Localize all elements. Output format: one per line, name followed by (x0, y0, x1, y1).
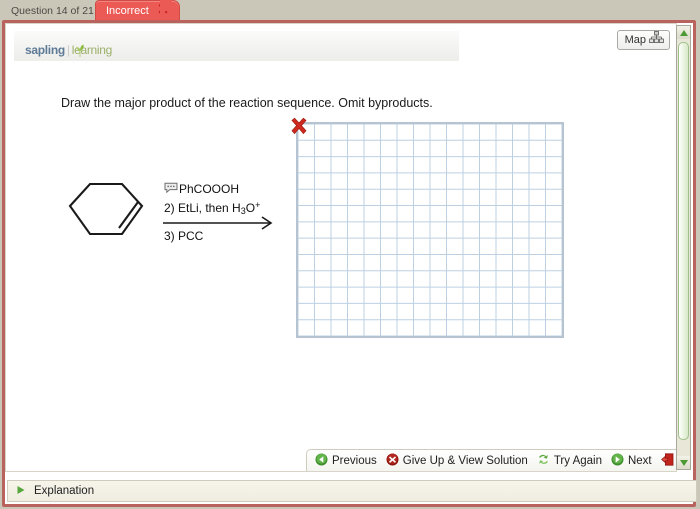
next-button[interactable]: Next (611, 453, 652, 469)
tab-slant-decoration (160, 0, 174, 22)
tab-strip: Question 14 of 21 Incorrect (0, 0, 700, 22)
branding-band: sapling | learning (14, 31, 459, 61)
map-button[interactable]: Map (616, 30, 670, 50)
page-title: Draw the major product of the reaction s… (61, 96, 433, 110)
try-again-button-label: Try Again (553, 454, 602, 467)
reaction-step-3-label: 3) PCC (164, 229, 204, 243)
reaction-conditions-above: PhCOOOH 2) EtLi, then H3O+ (164, 182, 260, 219)
give-up-button[interactable]: Give Up & View Solution (386, 453, 528, 469)
next-button-label: Next (627, 454, 652, 467)
scrollbar-thumb[interactable] (678, 42, 689, 440)
green-right-arrow-circle-icon (611, 453, 624, 469)
sapling-learning-logo: sapling | learning (25, 43, 112, 57)
tab-question-number-label: Question 14 of 21 (11, 5, 94, 17)
green-leaf-icon (73, 44, 87, 58)
question-content-area: sapling | learning Map Draw the major pr… (5, 23, 677, 472)
try-again-button[interactable]: Try Again (537, 453, 602, 469)
green-play-triangle-icon (16, 485, 26, 498)
previous-button[interactable]: Previous (315, 453, 377, 469)
reaction-step-1-label: PhCOOOH (179, 182, 240, 196)
answer-error-marker-icon (290, 117, 308, 135)
explanation-bar[interactable]: Explanation (7, 480, 697, 502)
vertical-scrollbar[interactable] (676, 25, 691, 470)
tab-question-number[interactable]: Question 14 of 21 (4, 2, 103, 22)
reaction-step-2-pre: 2) EtLi, then H (164, 201, 241, 215)
red-x-circle-icon (386, 453, 399, 469)
explanation-label: Explanation (34, 485, 95, 497)
logo-divider: | (66, 43, 70, 57)
red-exit-door-icon (660, 452, 674, 469)
tab-status-label: Incorrect (106, 5, 149, 17)
question-navigation-bar: Previous Give Up & View Solution Try Aga… (306, 449, 676, 471)
previous-button-label: Previous (332, 454, 377, 467)
green-recycle-icon (537, 453, 550, 469)
comment-bubble-icon[interactable] (164, 182, 178, 197)
reaction-step-2-mid: O (245, 201, 256, 215)
answer-drawing-canvas[interactable] (296, 122, 564, 338)
cyclohexene-structure (68, 182, 144, 236)
sitemap-icon (649, 30, 664, 50)
reaction-step-2-sup: + (255, 200, 261, 210)
give-up-button-label: Give Up & View Solution (402, 454, 528, 467)
canvas-gridlines (298, 124, 562, 336)
exit-button[interactable]: Exit (660, 452, 676, 469)
green-left-arrow-circle-icon (315, 453, 328, 469)
logo-text-sapling: sapling (25, 43, 65, 57)
scroll-up-arrow-icon[interactable] (677, 26, 690, 39)
scroll-down-arrow-icon[interactable] (677, 456, 690, 469)
map-button-label: Map (624, 34, 646, 46)
reaction-step-2-label: 2) EtLi, then H3O+ (164, 198, 260, 219)
app-frame: sapling | learning Map Draw the major pr… (2, 20, 697, 507)
